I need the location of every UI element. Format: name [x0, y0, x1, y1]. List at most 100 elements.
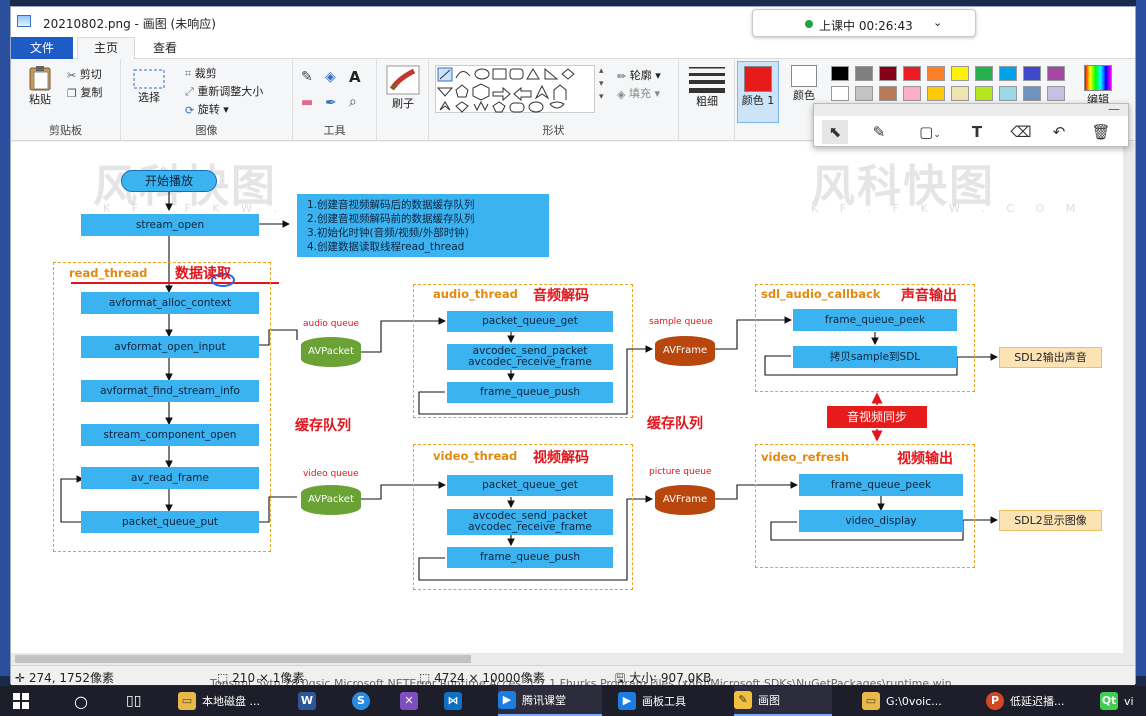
select-button[interactable]: 选择 — [131, 69, 167, 105]
search-button[interactable]: ○ — [74, 686, 88, 716]
taskbar-item-board[interactable]: ▶ 画板工具 — [618, 686, 686, 716]
palette-swatch[interactable] — [855, 66, 873, 81]
palette-swatch[interactable] — [951, 86, 969, 101]
image-group: 选择 ⌗ 裁剪 ⤢ 重新调整大小 ⟳ 旋转 ▾ 图像 — [121, 59, 293, 141]
taskbar-item-vscode[interactable]: ✕ — [400, 686, 424, 716]
brushes-label: 刷子 — [392, 97, 414, 110]
sample-queue-cylinder: AVFrame — [655, 336, 715, 366]
toolbar-minimize-button[interactable]: — — [1108, 102, 1120, 116]
right-border-strip — [1136, 0, 1146, 676]
copy-icon: ❐ — [67, 86, 77, 100]
palette-swatch[interactable] — [879, 66, 897, 81]
palette-swatch[interactable] — [1047, 86, 1065, 101]
taskbar-item-qt[interactable]: Qt vi — [1100, 686, 1134, 716]
taskbar-board-label: 画板工具 — [642, 695, 686, 708]
palette-swatch[interactable] — [831, 86, 849, 101]
palette-swatch[interactable] — [975, 86, 993, 101]
edit-colors-button[interactable]: 编辑 — [1081, 65, 1115, 107]
clipboard-group-label: 剪贴板 — [49, 124, 82, 137]
sample-queue-label: sample queue — [649, 317, 713, 327]
eraser-button[interactable]: ▬ — [301, 95, 313, 110]
clear-button[interactable]: 🗑 — [1088, 120, 1114, 144]
magnifier-icon: ⌕ — [349, 94, 357, 110]
at-step-1: packet_queue_get — [447, 311, 613, 332]
toolbar-drag-handle[interactable] — [814, 104, 1128, 116]
audio-queue-label: audio queue — [303, 319, 359, 329]
canvas[interactable]: 风科快图 K F . F K W . C O M 风科快图 K F . F K … — [11, 142, 1125, 653]
fill-bucket-icon: ◈ — [325, 69, 336, 85]
palette-swatch[interactable] — [927, 86, 945, 101]
paste-button[interactable]: 粘贴 — [23, 65, 57, 107]
palette-swatch[interactable] — [831, 66, 849, 81]
taskbar-folder-label: 本地磁盘 ... — [202, 695, 260, 708]
palette-swatch[interactable] — [999, 86, 1017, 101]
vertical-scrollbar[interactable] — [1123, 142, 1135, 653]
sdl-audio-title-cn: 声音输出 — [901, 288, 957, 304]
tab-view[interactable]: 查看 — [139, 37, 191, 59]
taskbar-item-folder[interactable]: ▭ 本地磁盘 ... — [178, 686, 260, 716]
text-tool-annot-button[interactable]: T — [964, 120, 990, 144]
fill-button[interactable]: ◈ — [325, 69, 336, 85]
vt-step-1: packet_queue_get — [447, 475, 613, 496]
palette-swatch[interactable] — [951, 66, 969, 81]
palette-swatch[interactable] — [903, 66, 921, 81]
palette-swatch[interactable] — [855, 86, 873, 101]
sdl-audio-output: SDL2输出声音 — [999, 347, 1102, 368]
brushes-button[interactable]: 刷子 — [383, 65, 423, 111]
rt-step-5: av_read_frame — [81, 467, 259, 489]
pen-tool-button[interactable]: ✎ — [866, 120, 892, 144]
task-view-button[interactable]: ▯▯ — [126, 686, 141, 716]
shapes-scroll[interactable]: ▴ ▾ ▾ — [599, 65, 604, 104]
tab-home[interactable]: 主页 — [77, 37, 135, 60]
horizontal-scrollbar[interactable] — [11, 653, 1135, 665]
size-button[interactable]: 粗细 — [687, 65, 727, 109]
cache-queue-label-left: 缓存队列 — [295, 418, 351, 434]
palette-swatch[interactable] — [903, 86, 921, 101]
taskbar-item-paint[interactable]: ✎ 画图 — [734, 686, 832, 716]
tab-file[interactable]: 文件 — [11, 37, 73, 59]
eraser-icon: ▬ — [301, 95, 314, 110]
pencil-button[interactable]: ✎ — [301, 69, 313, 85]
palette-swatch[interactable] — [927, 66, 945, 81]
taskbar-item-word[interactable]: W — [298, 686, 322, 716]
taskbar-item-tencent[interactable]: ▶ 腾讯课堂 — [498, 686, 602, 716]
cursor-crosshair-icon: ✛ — [15, 671, 26, 685]
rectangle-tool-button[interactable]: ▢⌄ — [910, 120, 950, 144]
tencent-class-icon: ▶ — [498, 691, 516, 709]
rotate-button[interactable]: ⟳ 旋转 ▾ — [185, 101, 229, 117]
shapes-gallery[interactable] — [435, 65, 595, 113]
color-picker-button[interactable]: ✒ — [325, 95, 337, 111]
fill-shape-button[interactable]: ◈ 填充 ▾ — [617, 85, 660, 101]
eraser-tool-button[interactable]: ⌫ — [1008, 120, 1034, 144]
text-tool-button[interactable]: A — [349, 68, 361, 86]
undo-button[interactable]: ↶ — [1046, 120, 1072, 144]
taskbar-item-sogou[interactable]: S — [352, 686, 376, 716]
start-icon — [13, 693, 29, 709]
resize-button[interactable]: ⤢ 重新调整大小 — [185, 83, 263, 99]
taskbar-item-vs[interactable]: ⋈ — [444, 686, 468, 716]
magnifier-button[interactable]: ⌕ — [349, 94, 357, 110]
pointer-tool-button[interactable]: ⬉ — [822, 120, 848, 144]
copy-button[interactable]: ❐ 复制 — [67, 84, 102, 100]
crop-button[interactable]: ⌗ 裁剪 — [185, 65, 217, 81]
palette-swatch[interactable] — [879, 86, 897, 101]
palette-swatch[interactable] — [1023, 66, 1041, 81]
taskbar-item-explorer[interactable]: ▭ G:\0voic... — [862, 686, 942, 716]
outline-button[interactable]: ✏ 轮廓 ▾ — [617, 67, 661, 83]
taskbar-item-ppt[interactable]: P 低延迟播... — [986, 686, 1065, 716]
palette-swatch[interactable] — [975, 66, 993, 81]
horizontal-scroll-thumb[interactable] — [15, 655, 471, 663]
start-button[interactable] — [12, 686, 30, 716]
cut-button[interactable]: ✂ 剪切 — [67, 66, 102, 82]
palette-swatch[interactable] — [1047, 66, 1065, 81]
palette-swatch[interactable] — [999, 66, 1017, 81]
color2-swatch — [791, 65, 817, 87]
rt-step-3: avformat_find_stream_info — [81, 380, 259, 402]
class-timer-pill[interactable]: 上课中 00:26:43 ⌄ — [752, 9, 976, 37]
line-size-icon — [689, 67, 725, 93]
color2-button[interactable]: 颜色 — [787, 65, 821, 103]
shapes-group: ▴ ▾ ▾ ✏ 轮廓 ▾ ◈ 填充 ▾ 形状 — [429, 59, 679, 141]
color1-button[interactable]: 颜色 1 — [737, 61, 779, 123]
note-4: 4.创建数据读取线程read_thread — [307, 241, 465, 253]
palette-swatch[interactable] — [1023, 86, 1041, 101]
